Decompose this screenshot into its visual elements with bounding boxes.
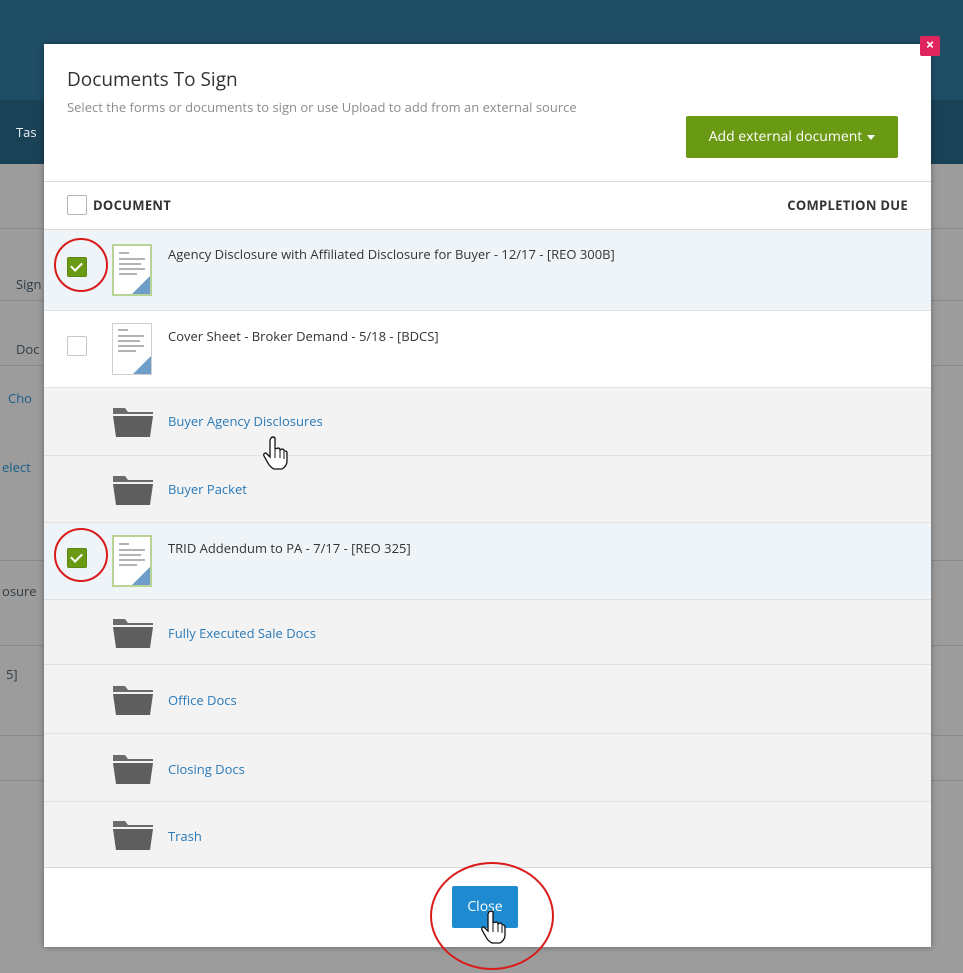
bg-tab-fragment: Tas	[16, 123, 37, 141]
folder-icon	[113, 619, 153, 648]
add-external-document-button[interactable]: Add external document	[686, 116, 898, 158]
document-title[interactable]: TRID Addendum to PA - 7/17 - [REO 325]	[168, 539, 411, 557]
folder-link[interactable]: Closing Docs	[168, 760, 245, 778]
folder-link[interactable]: Office Docs	[168, 691, 237, 709]
bg-text-fragment: Doc	[16, 340, 40, 358]
folder-icon	[113, 755, 153, 784]
folder-row[interactable]: Closing Docs	[44, 734, 931, 802]
column-header-completion-due: COMPLETION DUE	[787, 196, 908, 214]
folder-link[interactable]: Trash	[168, 827, 202, 845]
folder-link[interactable]: Buyer Packet	[168, 480, 247, 498]
bg-text-fragment: Sign	[16, 275, 42, 293]
folder-link[interactable]: Fully Executed Sale Docs	[168, 624, 316, 642]
document-thumbnail	[112, 535, 152, 587]
folder-icon	[113, 686, 153, 715]
folder-icon	[113, 408, 153, 437]
annotation-circle	[54, 528, 108, 582]
close-icon[interactable]: ×	[920, 36, 940, 56]
document-checkbox[interactable]	[67, 336, 87, 356]
document-thumbnail	[112, 244, 152, 296]
modal-title: Documents To Sign	[67, 66, 238, 92]
annotation-circle	[54, 238, 108, 292]
add-external-document-label: Add external document	[708, 127, 863, 146]
document-row[interactable]: Agency Disclosure with Affiliated Disclo…	[44, 230, 931, 311]
folder-row[interactable]: Trash	[44, 802, 931, 868]
folder-link[interactable]: Buyer Agency Disclosures	[168, 412, 323, 430]
folder-row[interactable]: Fully Executed Sale Docs	[44, 600, 931, 665]
folder-icon	[113, 476, 153, 505]
select-all-checkbox[interactable]	[67, 195, 87, 215]
header-divider	[44, 181, 931, 182]
bg-text-fragment: 5]	[6, 665, 18, 683]
modal-subtitle: Select the forms or documents to sign or…	[67, 98, 577, 116]
hand-pointer-icon	[481, 910, 506, 944]
hand-pointer-icon	[263, 436, 288, 470]
folder-row[interactable]: Buyer Agency Disclosures	[44, 388, 931, 456]
folder-row[interactable]: Office Docs	[44, 665, 931, 734]
documents-modal: Documents To Sign Select the forms or do…	[44, 44, 931, 947]
caret-down-icon	[867, 134, 876, 140]
column-header-document: DOCUMENT	[93, 196, 172, 214]
document-thumbnail	[112, 323, 152, 375]
document-title[interactable]: Agency Disclosure with Affiliated Disclo…	[168, 245, 615, 263]
folder-row[interactable]: Buyer Packet	[44, 456, 931, 523]
document-title[interactable]: Cover Sheet - Broker Demand - 5/18 - [BD…	[168, 327, 439, 345]
document-row[interactable]: Cover Sheet - Broker Demand - 5/18 - [BD…	[44, 311, 931, 388]
folder-icon	[113, 821, 153, 850]
bg-link-fragment: elect	[2, 458, 31, 476]
document-row[interactable]: TRID Addendum to PA - 7/17 - [REO 325]	[44, 523, 931, 600]
bg-link-fragment: Cho	[8, 389, 32, 407]
bg-text-fragment: osure	[2, 582, 37, 600]
